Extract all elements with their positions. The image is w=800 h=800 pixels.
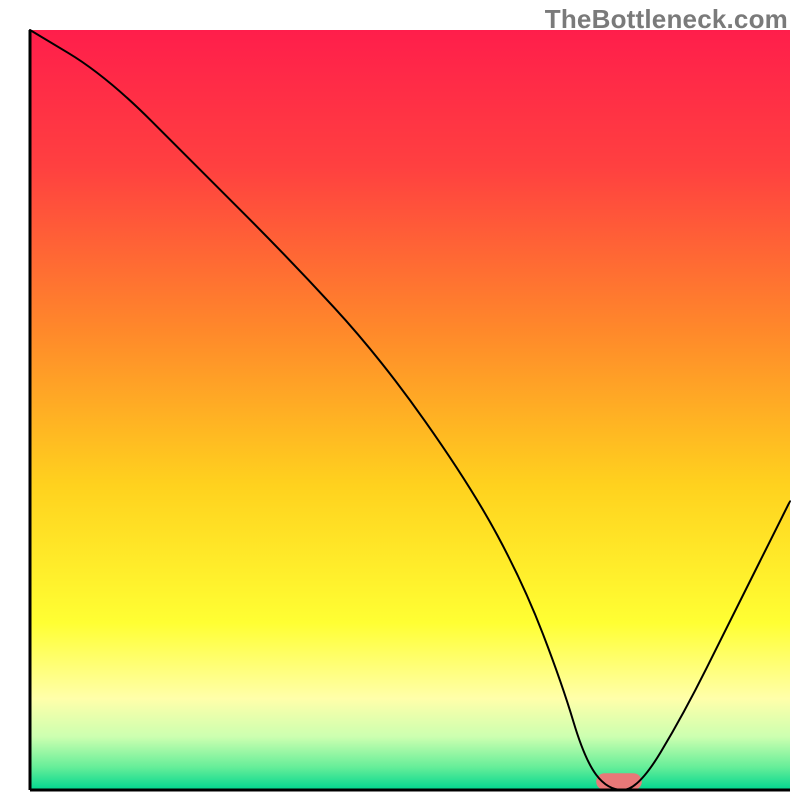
gradient-background	[30, 30, 790, 790]
chart-container: TheBottleneck.com	[0, 0, 800, 800]
bottleneck-chart	[0, 0, 800, 800]
watermark-text: TheBottleneck.com	[545, 4, 788, 35]
